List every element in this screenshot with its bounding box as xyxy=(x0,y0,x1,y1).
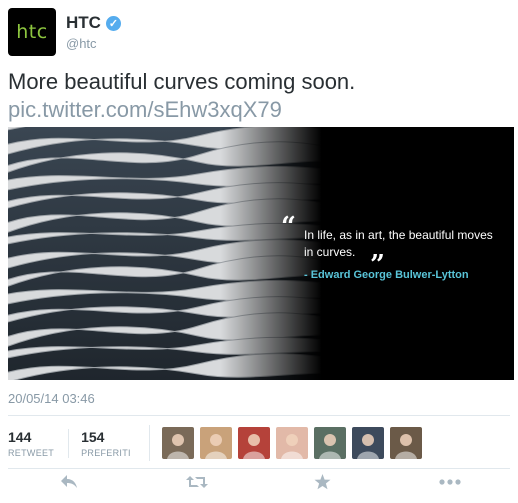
tweet-stats: 144 RETWEET 154 PREFERITI xyxy=(8,421,428,465)
divider xyxy=(8,415,510,416)
avatar[interactable]: htc xyxy=(8,8,56,56)
user-avatar[interactable] xyxy=(199,427,232,459)
name-row: HTC ✓ xyxy=(66,13,121,33)
user-avatar[interactable] xyxy=(389,427,422,459)
favoriter-avatars xyxy=(148,425,428,461)
user-avatar[interactable] xyxy=(275,427,308,459)
tweet-header: htc HTC ✓ @htc xyxy=(8,8,121,58)
verified-badge-icon: ✓ xyxy=(105,15,121,31)
tweet-text: More beautiful curves coming soon. pic.t… xyxy=(8,68,508,124)
retweet-icon[interactable] xyxy=(186,474,208,495)
tweet-media[interactable]: “ In life, as in art, the beautiful move… xyxy=(8,127,514,380)
quote-author: - Edward George Bulwer-Lytton xyxy=(304,269,469,281)
quote-text: In life, as in art, the beautiful moves … xyxy=(304,228,493,259)
media-link[interactable]: pic.twitter.com/sEhw3xqX79 xyxy=(8,97,282,122)
tweet-body: More beautiful curves coming soon. xyxy=(8,69,356,94)
user-avatar[interactable] xyxy=(237,427,270,459)
star-icon[interactable] xyxy=(314,474,331,495)
account-identity: HTC ✓ @htc xyxy=(66,13,121,58)
open-quote-mark: “ xyxy=(281,212,296,242)
favorite-count-value: 154 xyxy=(81,428,105,445)
retweet-count[interactable]: 144 RETWEET xyxy=(8,429,68,458)
user-avatar[interactable] xyxy=(161,427,194,459)
account-name[interactable]: HTC xyxy=(66,13,101,33)
close-quote-mark: ” xyxy=(370,250,385,280)
account-handle[interactable]: @htc xyxy=(66,36,121,51)
reply-icon[interactable] xyxy=(60,474,78,495)
tweet-timestamp[interactable]: 20/05/14 03:46 xyxy=(8,391,95,406)
htc-logo: htc xyxy=(16,21,48,43)
quote-overlay: “ In life, as in art, the beautiful move… xyxy=(281,214,494,284)
user-avatar[interactable] xyxy=(351,427,384,459)
user-avatar[interactable] xyxy=(313,427,346,459)
favorite-count[interactable]: 154 PREFERITI xyxy=(68,428,145,458)
divider xyxy=(8,468,510,469)
retweet-count-label: RETWEET xyxy=(8,447,55,458)
favorite-count-label: PREFERITI xyxy=(81,447,131,458)
retweet-count-value: 144 xyxy=(8,428,32,445)
more-icon[interactable] xyxy=(438,474,462,495)
tweet-actions xyxy=(0,470,518,500)
